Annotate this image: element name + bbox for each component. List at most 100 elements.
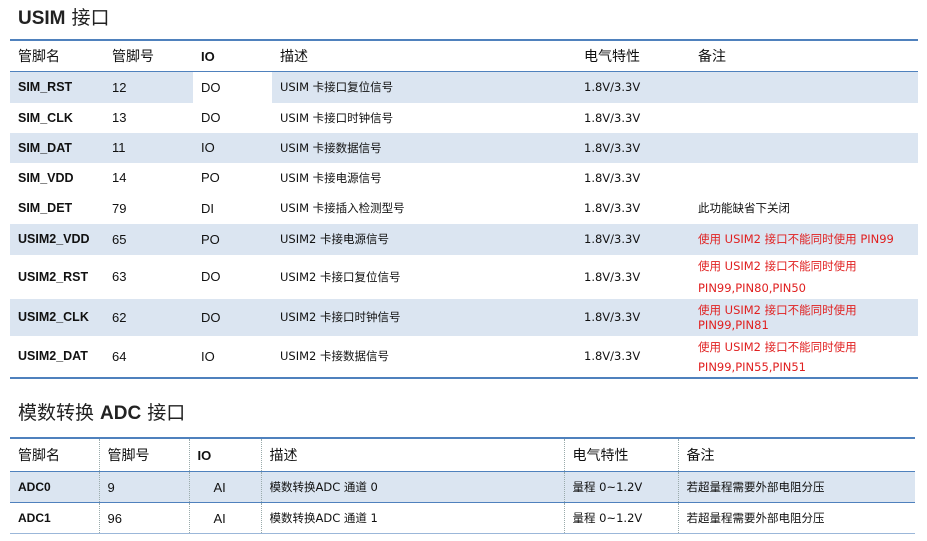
table-header-row: 管脚名 管脚号 IO 描述 电气特性 备注 bbox=[10, 40, 918, 72]
pin-electrical: 1.8V/3.3V bbox=[584, 349, 641, 363]
table-header-row: 管脚名 管脚号 IO 描述 电气特性 备注 bbox=[10, 438, 915, 472]
pin-io: DI bbox=[201, 200, 214, 216]
pin-remark-line: 使用 USIM2 接口不能同时使用 bbox=[698, 339, 857, 354]
pin-description: USIM2 卡接数据信号 bbox=[280, 349, 390, 363]
header-io: IO bbox=[193, 40, 272, 72]
pin-remark-line: 使用 USIM2 接口不能同时使用 bbox=[698, 303, 857, 317]
pin-name: USIM2_VDD bbox=[10, 223, 104, 255]
pin-name: ADC0 bbox=[10, 471, 100, 503]
table-row: ADC0 9 AI 模数转换ADC 通道 0 量程 0~1.2V 若超量程需要外… bbox=[10, 471, 915, 503]
header-remarks: 备注 bbox=[678, 438, 915, 472]
pin-name: SIM_DAT bbox=[10, 132, 104, 163]
table-row: ADC1 96 AI 模数转换ADC 通道 1 量程 0~1.2V 若超量程需要… bbox=[10, 502, 915, 534]
pin-io: DO bbox=[193, 298, 272, 336]
pin-description: USIM 卡接插入检测型号 bbox=[280, 201, 405, 215]
pin-number: 62 bbox=[104, 298, 193, 336]
pin-io: DO bbox=[201, 110, 221, 125]
table-row: SIM_DAT 11 IO USIM 卡接数据信号 1.8V/3.3V bbox=[10, 132, 918, 163]
header-pin-number: 管脚号 bbox=[99, 438, 190, 472]
pin-remark: 使用 USIM2 接口不能同时使用 PIN99 bbox=[690, 223, 918, 255]
pin-description: USIM 卡接口复位信号 bbox=[272, 71, 576, 103]
pin-remark bbox=[690, 163, 918, 193]
pin-remark bbox=[690, 132, 918, 163]
table-row: SIM_RST 12 DO USIM 卡接口复位信号 1.8V/3.3V bbox=[10, 71, 918, 103]
pin-name: SIM_DET bbox=[18, 201, 73, 215]
pin-io: PO bbox=[201, 170, 220, 185]
pin-electrical: 1.8V/3.3V bbox=[584, 170, 641, 185]
adc-section-title: 模数转换 ADC 接口 bbox=[18, 402, 186, 424]
pin-electrical: 量程 0~1.2V bbox=[564, 502, 679, 534]
pin-description: USIM2 卡接口时钟信号 bbox=[272, 298, 576, 336]
pin-io: DO bbox=[201, 269, 221, 284]
pin-number: 13 bbox=[112, 110, 127, 125]
pin-io: IO bbox=[201, 348, 215, 364]
header-pin-number: 管脚号 bbox=[104, 40, 193, 72]
header-remarks: 备注 bbox=[690, 40, 918, 72]
table-row: SIM_CLK 13 DO USIM 卡接口时钟信号 1.8V/3.3V bbox=[10, 103, 918, 133]
pin-name: SIM_VDD bbox=[18, 170, 74, 185]
table-row: USIM2_VDD 65 PO USIM2 卡接电源信号 1.8V/3.3V 使… bbox=[10, 223, 918, 255]
pin-description: USIM 卡接口时钟信号 bbox=[280, 110, 394, 125]
pin-electrical: 1.8V/3.3V bbox=[584, 201, 641, 215]
pin-remark: 若超量程需要外部电阻分压 bbox=[686, 511, 825, 525]
pin-description: USIM 卡接电源信号 bbox=[280, 170, 382, 185]
pin-remark-line: PIN99,PIN55,PIN51 bbox=[698, 359, 806, 374]
pin-remark-line: PIN99,PIN80,PIN50 bbox=[698, 281, 806, 295]
pin-description: 模数转换ADC 通道 1 bbox=[261, 502, 565, 534]
table-row: SIM_VDD 14 PO USIM 卡接电源信号 1.8V/3.3V bbox=[10, 163, 918, 193]
pin-number: 65 bbox=[104, 223, 193, 255]
pin-description: USIM2 卡接电源信号 bbox=[272, 223, 576, 255]
header-description: 描述 bbox=[272, 40, 576, 72]
pin-electrical: 1.8V/3.3V bbox=[576, 298, 690, 336]
pin-remark bbox=[690, 71, 918, 103]
pin-remark: 使用 USIM2 接口不能同时使用 PIN99,PIN55,PIN51 bbox=[690, 336, 918, 378]
pin-remark: 使用 USIM2 接口不能同时使用 PIN99,PIN81 bbox=[690, 298, 918, 336]
pin-electrical: 1.8V/3.3V bbox=[576, 223, 690, 255]
pin-description: USIM2 卡接口复位信号 bbox=[280, 269, 401, 284]
pin-name: ADC1 bbox=[10, 502, 100, 534]
pin-name: USIM2_RST bbox=[18, 269, 89, 284]
pin-number: 14 bbox=[112, 170, 127, 185]
pin-description: 模数转换ADC 通道 0 bbox=[261, 471, 565, 503]
pin-name: USIM2_CLK bbox=[10, 298, 104, 336]
pin-electrical: 1.8V/3.3V bbox=[576, 71, 690, 103]
pin-number: 64 bbox=[112, 348, 127, 364]
header-electrical: 电气特性 bbox=[564, 438, 679, 472]
adc-interface-table: 管脚名 管脚号 IO 描述 电气特性 备注 ADC0 9 AI 模数转换ADC … bbox=[10, 437, 915, 534]
usim-interface-table: 管脚名 管脚号 IO 描述 电气特性 备注 SIM_RST 12 DO USIM… bbox=[10, 39, 918, 379]
usim-section-title: USIM 接口 bbox=[18, 7, 110, 29]
pin-remark: 若超量程需要外部电阻分压 bbox=[678, 471, 915, 503]
pin-name: SIM_RST bbox=[10, 71, 104, 103]
table-row: USIM2_RST 63 DO USIM2 卡接口复位信号 1.8V/3.3V … bbox=[10, 255, 918, 299]
pin-remark: 此功能缺省下关闭 bbox=[698, 201, 790, 215]
pin-remark-line: PIN99,PIN81 bbox=[698, 318, 769, 332]
pin-number: 12 bbox=[104, 71, 193, 103]
table-row: USIM2_CLK 62 DO USIM2 卡接口时钟信号 1.8V/3.3V … bbox=[10, 298, 918, 336]
table-row: SIM_DET 79 DI USIM 卡接插入检测型号 1.8V/3.3V 此功… bbox=[10, 193, 918, 224]
header-pin-name: 管脚名 bbox=[10, 40, 104, 72]
pin-number: 79 bbox=[112, 200, 127, 216]
pin-number: 63 bbox=[112, 269, 127, 284]
pin-electrical: 1.8V/3.3V bbox=[584, 269, 641, 284]
pin-io: DO bbox=[193, 71, 272, 103]
header-pin-name: 管脚名 bbox=[10, 438, 100, 472]
pin-name: SIM_CLK bbox=[18, 110, 73, 125]
pin-electrical: 1.8V/3.3V bbox=[576, 132, 690, 163]
pin-remark bbox=[690, 103, 918, 133]
pin-electrical: 1.8V/3.3V bbox=[584, 110, 641, 125]
pin-io: AI bbox=[189, 502, 262, 534]
table-row: USIM2_DAT 64 IO USIM2 卡接数据信号 1.8V/3.3V 使… bbox=[10, 336, 918, 378]
pin-remark: 使用 USIM2 接口不能同时使用 PIN99,PIN80,PIN50 bbox=[690, 255, 918, 299]
pin-name: USIM2_DAT bbox=[18, 349, 88, 363]
pin-number: 96 bbox=[99, 502, 190, 534]
pin-remark-line: 使用 USIM2 接口不能同时使用 bbox=[698, 259, 857, 273]
pin-io: AI bbox=[189, 471, 262, 503]
header-description: 描述 bbox=[261, 438, 565, 472]
header-io: IO bbox=[189, 438, 262, 472]
pin-electrical: 量程 0~1.2V bbox=[564, 471, 679, 503]
header-electrical: 电气特性 bbox=[576, 40, 690, 72]
pin-number: 11 bbox=[104, 132, 193, 163]
pin-description: USIM 卡接数据信号 bbox=[272, 132, 576, 163]
pin-io: IO bbox=[193, 132, 272, 163]
pin-number: 9 bbox=[99, 471, 190, 503]
